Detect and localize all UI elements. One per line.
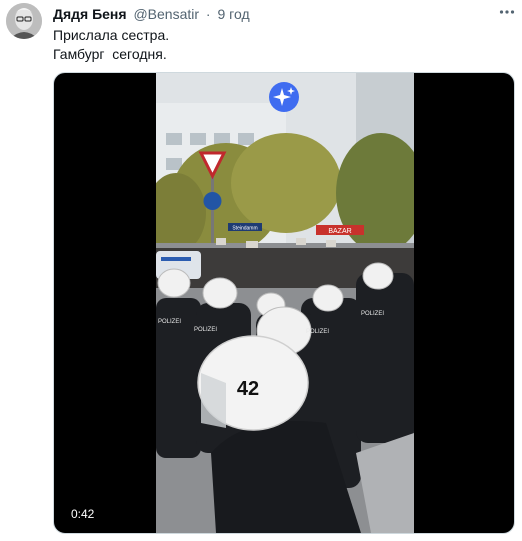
avatar-image [6,3,42,39]
helmet-number: 42 [237,378,259,400]
video-scene: Steindamm BAZAR 42 POLIZEI POLIZEI POLIZ… [156,73,414,533]
tweet[interactable]: Дядя Беня @Bensatir · 9 год Прислала сес… [0,0,522,541]
vest-label-1: POLIZEI [158,319,181,325]
vest-label-3: POLIZEI [306,329,329,335]
tweet-time[interactable]: 9 год [217,6,249,22]
author-name[interactable]: Дядя Беня [53,6,127,22]
street-sign: Steindamm [232,226,257,232]
more-dots-icon[interactable] [498,3,516,21]
separator-dot: · [205,6,211,22]
tweet-text-line-1: Прислала сестра. [53,27,170,43]
shop-sign: BAZAR [328,228,351,235]
video-duration: 0:42 [67,506,99,522]
avatar[interactable] [6,3,42,39]
sparkle-icon[interactable] [269,82,299,112]
video-player[interactable]: Steindamm BAZAR 42 POLIZEI POLIZEI POLIZ… [53,72,515,534]
vest-label-4: POLIZEI [361,311,384,317]
tweet-header: Дядя Беня @Bensatir · 9 год [53,6,250,22]
author-handle[interactable]: @Bensatir [133,6,199,22]
video-frame: Steindamm BAZAR 42 POLIZEI POLIZEI POLIZ… [156,73,414,533]
tweet-text-line-2: Гамбург сегодня. [53,46,167,62]
tweet-text: Прислала сестра. Гамбург сегодня. [53,26,169,64]
vest-label-2: POLIZEI [194,327,217,333]
